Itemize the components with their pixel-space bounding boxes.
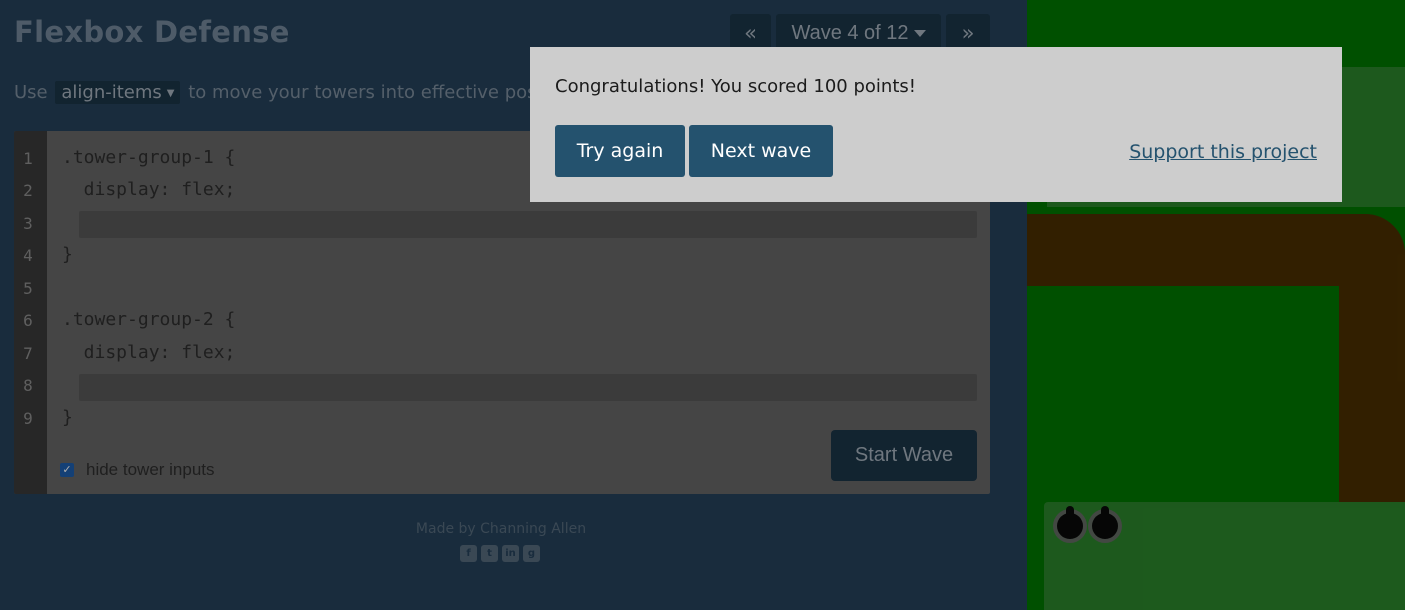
try-again-button[interactable]: Try again: [555, 125, 685, 177]
score-message: Congratulations! You scored 100 points!: [555, 76, 916, 97]
result-modal: Congratulations! You scored 100 points! …: [530, 47, 1342, 202]
next-wave-button[interactable]: Next wave: [689, 125, 833, 177]
support-project-link[interactable]: Support this project: [1129, 141, 1317, 163]
